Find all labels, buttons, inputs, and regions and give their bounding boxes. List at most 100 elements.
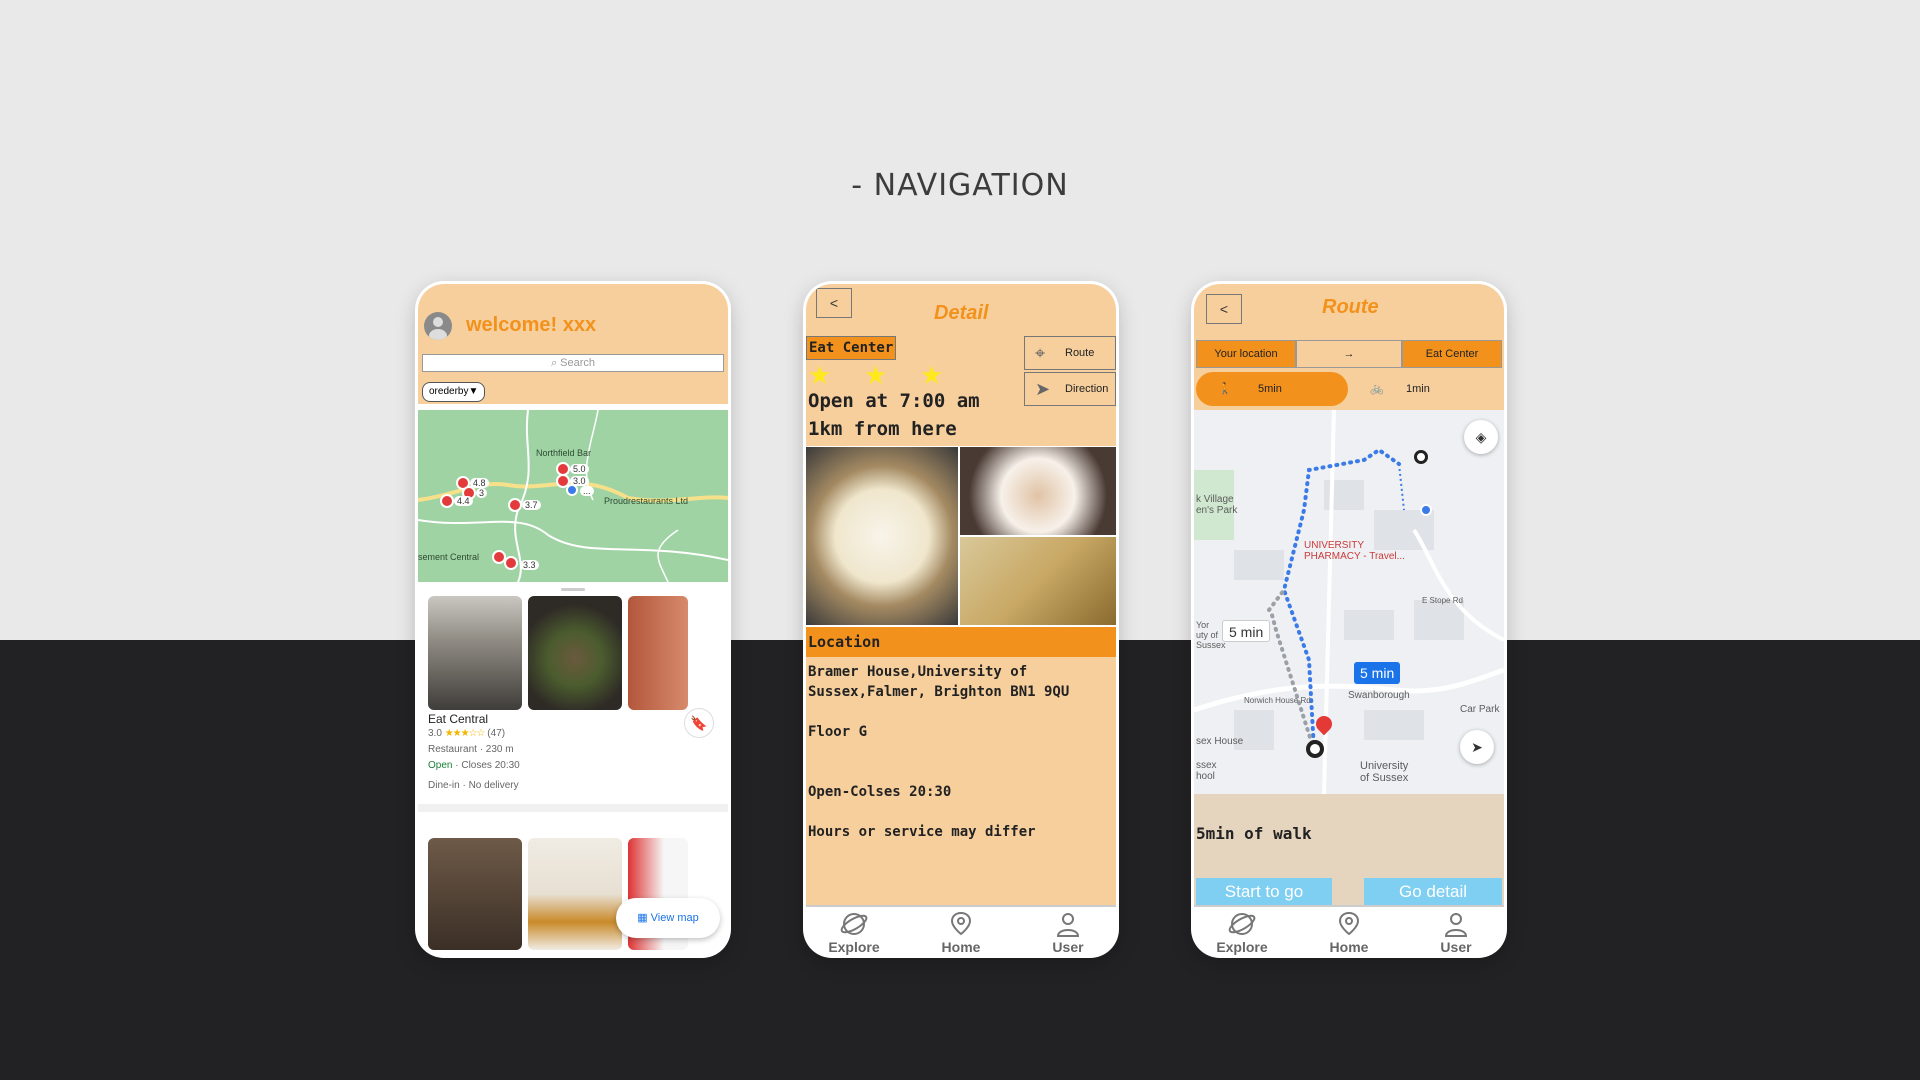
map-pin-icon [921,909,1001,939]
map-label-sement: sement Central [418,552,480,562]
view-map-label: View map [650,912,699,924]
pin-rating: 3 [476,488,488,498]
start-to-go-button[interactable]: Start to go [1196,878,1332,905]
bike-mode-button[interactable]: 🚲 1min [1370,372,1500,406]
layers-icon[interactable]: ◈ [1464,420,1498,454]
map-label-proud: Proudrestaurants Ltd [604,496,689,506]
place-photo[interactable] [528,838,622,950]
place-service: Dine-in · No delivery [428,780,519,791]
route-header: < Route [1194,284,1504,340]
sheet-handle[interactable] [561,588,585,591]
review-count: (47) [487,728,506,739]
destination-marker [1306,740,1324,758]
route-map[interactable]: k Village en's Park UNIVERSITY PHARMACY … [1194,410,1504,794]
origin-field[interactable]: Your location [1196,340,1296,368]
travel-modes: 🚶 5min 🚲 1min [1194,368,1504,410]
divider [418,804,728,812]
distance-text: 1km from here [808,418,957,440]
tab-bar: Explore Home User [806,905,1116,955]
floor-text: Floor G [808,724,868,740]
origin-marker [1414,450,1428,464]
notice-text: Hours or service may differ [808,824,1036,840]
welcome-text: welcome! xxx [466,314,597,336]
food-photo[interactable] [960,447,1116,535]
tab-user-label: User [1440,939,1472,955]
pin-rating: ... [580,486,594,496]
map-label-stope: E Stope Rd [1422,596,1463,605]
map-label-carpark: Car Park [1460,704,1500,715]
restaurant-pin[interactable] [440,494,454,508]
tab-home-label: Home [1329,939,1369,955]
tab-home[interactable]: Home [921,909,1001,955]
direction-button[interactable]: ➤ Direction [1024,372,1116,406]
food-photo[interactable] [960,537,1116,625]
rating-value: 3.0 [428,728,442,739]
place-photo[interactable] [428,596,522,710]
bike-icon: 🚲 [1370,383,1384,395]
tab-user[interactable]: User [1028,909,1108,955]
orderby-dropdown[interactable]: orederby▼ [422,382,486,402]
planet-icon [1202,909,1282,939]
place-photo[interactable] [628,596,688,710]
walk-time: 5min [1258,383,1282,395]
map-label-village: k Village en's Park [1196,494,1238,516]
map-label-uni: University of Sussex [1360,760,1409,784]
alt-route-time[interactable]: 5 min [1222,620,1271,642]
walk-summary-text: 5min of walk [1196,824,1312,843]
map-label-ssex: ssex hool [1196,760,1217,782]
location-pin-icon: ⌖ [1035,343,1046,363]
bike-time: 1min [1406,383,1430,395]
user-icon [1416,909,1496,939]
place-photo[interactable] [428,838,522,950]
tab-home-label: Home [941,939,981,955]
place-photo[interactable] [528,596,622,710]
back-button[interactable]: < [1206,294,1242,324]
tab-explore[interactable]: Explore [814,909,894,955]
route-button[interactable]: ⌖ Route [1024,336,1116,370]
food-photo[interactable] [806,447,958,625]
tab-explore[interactable]: Explore [1202,909,1282,955]
address-text: Bramer House,University of Sussex,Falmer… [808,664,1070,700]
restaurant-pin[interactable] [508,498,522,512]
explore-screen: welcome! xxx ⌕ Search orederby▼ Northfie… [418,284,728,955]
page-title: - NAVIGATION [851,168,1069,203]
current-location-dot [1420,504,1432,516]
go-detail-button[interactable]: Go detail [1364,878,1502,905]
location-header: Location [806,627,1116,657]
tab-user[interactable]: User [1416,909,1496,955]
search-input[interactable]: ⌕ Search [422,354,724,372]
map-label-sexhouse: sex House [1196,736,1244,747]
walk-summary: 5min of walk Start to go Go detail [1194,794,1504,905]
place-hours: Open · Closes 20:30 [428,760,520,771]
place-name[interactable]: Eat Central [428,712,488,726]
hours-text: Open-Colses 20:30 [808,784,952,800]
explore-map[interactable]: Northfield Bar Proudrestaurants Ltd seme… [418,410,728,582]
view-map-button[interactable]: ▦ View map [616,898,720,938]
tab-explore-label: Explore [1216,939,1268,955]
tab-home[interactable]: Home [1309,909,1389,955]
place-rating: 3.0 ★★★☆☆ (47) [428,728,505,739]
restaurant-pin[interactable] [504,556,518,570]
bookmark-icon[interactable]: 🔖 [684,708,714,738]
walk-mode-button[interactable]: 🚶 5min [1196,372,1348,406]
route-time[interactable]: 5 min [1354,662,1401,684]
tab-explore-label: Explore [828,939,880,955]
pin-rating: 3.7 [522,500,541,510]
search-placeholder: Search [560,357,596,369]
route-endpoints: Your location → Eat Center [1194,340,1504,368]
map-label-northfield: Northfield Bar [536,448,592,458]
pin-rating: 3.3 [520,560,539,570]
back-button[interactable]: < [816,288,852,318]
avatar-icon[interactable] [424,312,452,340]
opening-time: Open at 7:00 am [808,390,980,412]
tab-bar: Explore Home User [1194,905,1504,955]
star-icon: ★ [808,360,832,390]
map-label-swan: Swanborough [1348,690,1410,701]
pin-rating: 4.4 [454,496,473,506]
destination-field[interactable]: Eat Center [1402,340,1502,368]
locate-me-icon[interactable]: ➤ [1460,730,1494,764]
detail-header: < Detail [806,284,1116,334]
planet-icon [814,909,894,939]
route-label: Route [1065,347,1095,359]
user-icon [1028,909,1108,939]
